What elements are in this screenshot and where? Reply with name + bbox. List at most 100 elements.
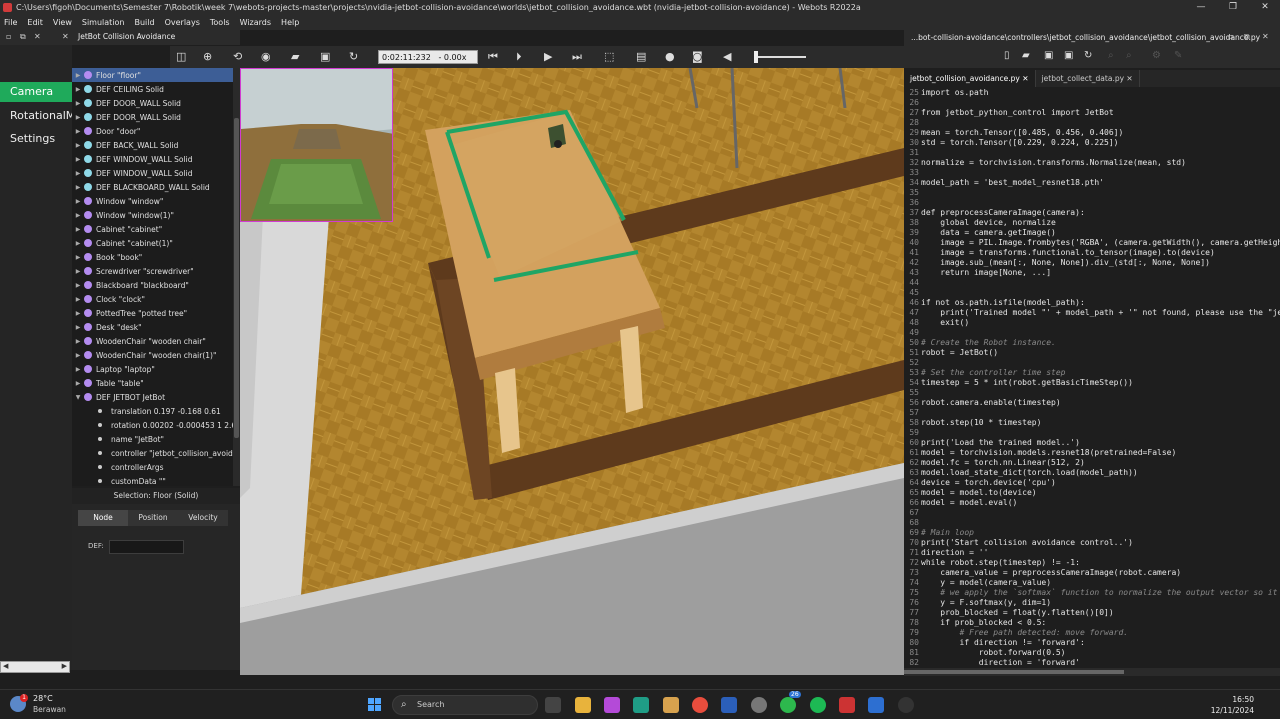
code-line[interactable]: 54 timestep = 5 * int(robot.getBasicTimeS… [904,378,1280,388]
volume-icon[interactable]: ◀ [723,50,731,64]
tree-item[interactable]: ▶ Book "book" [72,250,233,264]
expand-arrow-icon[interactable]: ▶ [72,240,84,247]
expand-arrow-icon[interactable]: ▶ [72,366,84,373]
restore-dock-icon[interactable]: ▫ [6,32,11,41]
scene-tree[interactable]: ▶ Floor "floor" ▶ DEF CEILING Solid ▶ DEF D… [72,68,233,486]
code-line[interactable]: 55 [904,388,1280,398]
menu-tools[interactable]: Tools [210,18,230,27]
weather-icon[interactable]: 1 [10,694,28,712]
save-all-icon[interactable]: ▣ [1064,50,1073,61]
expand-arrow-icon[interactable]: ▶ [72,142,84,149]
spotify-icon[interactable] [810,697,826,713]
code-line[interactable]: 75 # we apply the `softmax` function to … [904,588,1280,598]
add-node-icon[interactable]: ⊕ [203,50,212,64]
rendering-icon[interactable]: ⬚ [604,50,614,64]
tree-item[interactable]: ▶ DEF WINDOW_WALL Solid [72,166,233,180]
code-line[interactable]: 42 image.sub_(mean[:, None, None]).div_(… [904,258,1280,268]
tab-node[interactable]: Node [78,510,128,526]
tree-item[interactable]: ▶ PottedTree "potted tree" [72,306,233,320]
code-line[interactable]: 52 [904,358,1280,368]
tree-field[interactable]: controllerArgs [72,460,233,474]
code-line[interactable]: 73 camera_value = preprocessCameraImage(… [904,568,1280,578]
code-line[interactable]: 65 model = model.to(device) [904,488,1280,498]
tab-jetbot-collision-avoidance[interactable]: jetbot_collision_avoidance.py ✕ [904,70,1036,87]
tab-jetbot-collect-data[interactable]: jetbot_collect_data.py ✕ [1036,70,1140,87]
tree-field[interactable]: controller "jetbot_collision_avoida [72,446,233,460]
tree-item[interactable]: ▶ Laptop "laptop" [72,362,233,376]
copilot-icon[interactable] [604,697,620,713]
toggle-scene-tree-icon[interactable]: ◫ [176,50,186,64]
menu-build[interactable]: Build [135,18,155,27]
expand-arrow-icon[interactable]: ▶ [72,128,84,135]
file-explorer-icon[interactable] [575,697,591,713]
tree-item[interactable]: ▶ Cabinet "cabinet(1)" [72,236,233,250]
code-line[interactable]: 68 [904,518,1280,528]
screenshot-icon[interactable]: ◙ [692,50,703,64]
code-line[interactable]: 56 robot.camera.enable(timestep) [904,398,1280,408]
tree-field[interactable]: customData "" [72,474,233,486]
code-line[interactable]: 74 y = model(camera_value) [904,578,1280,588]
tree-item[interactable]: ▶ DEF CEILING Solid [72,82,233,96]
code-line[interactable]: 51 robot = JetBot() [904,348,1280,358]
code-line[interactable]: 62 model.fc = torch.nn.Linear(512, 2) [904,458,1280,468]
tree-item-jetbot[interactable]: ▼ DEF JETBOT JetBot [72,390,233,404]
code-editor[interactable]: 25 import os.path 26 27 from jetbot_python_c… [904,88,1280,668]
code-line[interactable]: 25 import os.path [904,88,1280,98]
code-line[interactable]: 50 # Create the Robot instance. [904,338,1280,348]
code-line[interactable]: 79 # Free path detected: move forward. [904,628,1280,638]
expand-arrow-icon[interactable]: ▶ [72,338,84,345]
save-world-icon[interactable]: ▣ [320,50,330,64]
tree-item[interactable]: ▶ Table "table" [72,376,233,390]
expand-arrow-icon[interactable]: ▶ [72,198,84,205]
system-clock[interactable]: 16:50 12/11/2024 [1211,694,1254,716]
expand-arrow-icon[interactable]: ▶ [72,352,84,359]
code-line[interactable]: 29 mean = torch.Tensor([0.485, 0.456, 0.4… [904,128,1280,138]
revert-icon[interactable]: ↻ [1084,50,1092,61]
code-line[interactable]: 77 prob_blocked = float(y.flatten()[0]) [904,608,1280,618]
code-line[interactable]: 39 data = camera.getImage() [904,228,1280,238]
find-icon[interactable]: ⌕ [1108,50,1114,61]
code-line[interactable]: 60 print('Load the trained model..') [904,438,1280,448]
tab-rotational-motor[interactable]: RotationalMotor [0,106,72,126]
float-dock-icon[interactable]: ⧉ [1244,32,1250,42]
task-view-icon[interactable] [545,697,561,713]
tree-item[interactable]: ▶ Blackboard "blackboard" [72,278,233,292]
expand-arrow-icon[interactable]: ▶ [72,170,84,177]
eye-icon[interactable]: ◉ [261,50,271,64]
windows-start-icon[interactable] [368,698,382,712]
close-button[interactable]: ✕ [1250,0,1280,15]
code-line[interactable]: 72 while robot.step(timestep) != -1: [904,558,1280,568]
code-line[interactable]: 48 exit() [904,318,1280,328]
word-icon[interactable] [721,697,737,713]
code-line[interactable]: 76 y = F.softmax(y, dim=1) [904,598,1280,608]
menu-overlays[interactable]: Overlays [165,18,200,27]
code-line[interactable]: 35 [904,188,1280,198]
volume-slider[interactable] [754,51,806,63]
tree-item[interactable]: ▶ Window "window" [72,194,233,208]
minimize-button[interactable]: — [1186,0,1216,15]
code-line[interactable]: 70 print('Start collision avoidance contr… [904,538,1280,548]
code-line[interactable]: 32 normalize = torchvision.transforms.Nor… [904,158,1280,168]
store-icon[interactable] [663,697,679,713]
tab-position[interactable]: Position [128,510,178,526]
tree-item[interactable]: ▶ Window "window(1)" [72,208,233,222]
close-tab-icon[interactable]: ✕ [1022,74,1028,83]
edge-icon[interactable] [633,697,649,713]
fast-forward-icon[interactable]: ⏭ [572,50,582,64]
code-line[interactable]: 78 if prob_blocked < 0.5: [904,618,1280,628]
build-icon[interactable]: ⚙ [1152,50,1161,61]
tree-scrollbar-thumb[interactable] [234,118,239,438]
expand-arrow-icon[interactable]: ▶ [72,268,84,275]
code-line[interactable]: 34 model_path = 'best_model_resnet18.pth' [904,178,1280,188]
menu-simulation[interactable]: Simulation [82,18,125,27]
code-line[interactable]: 46 if not os.path.isfile(model_path): [904,298,1280,308]
code-line[interactable]: 40 image = PIL.Image.frombytes('RGBA', (… [904,238,1280,248]
tree-item[interactable]: ▶ DEF DOOR_WALL Solid [72,96,233,110]
collapse-arrow-icon[interactable]: ▼ [72,394,84,401]
code-line[interactable]: 59 [904,428,1280,438]
code-line[interactable]: 61 model = torchvision.models.resnet18(pr… [904,448,1280,458]
tree-item[interactable]: ▶ Floor "floor" [72,68,233,82]
code-line[interactable]: 47 print('Trained model "' + model_path … [904,308,1280,318]
github-icon[interactable] [898,697,914,713]
tree-scrollbar[interactable] [233,68,240,486]
